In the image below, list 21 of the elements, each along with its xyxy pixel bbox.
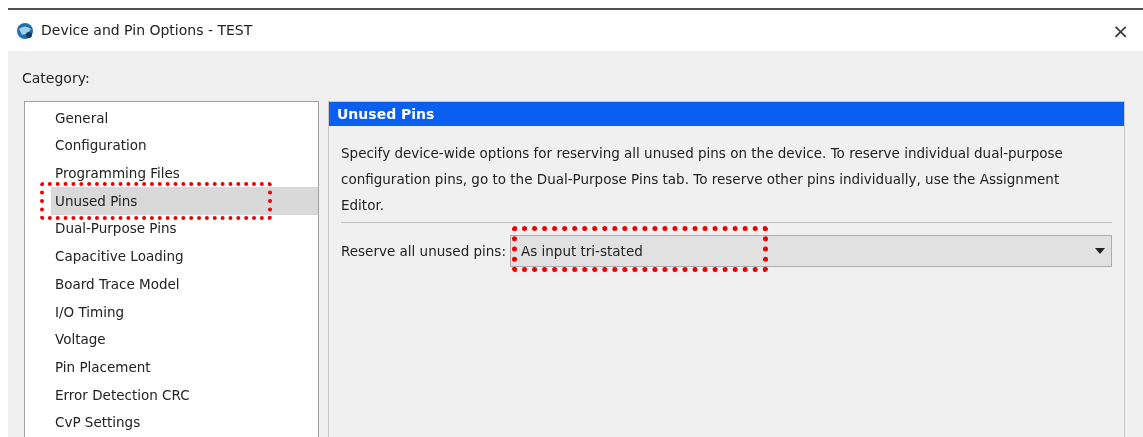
category-item[interactable]: Voltage [51,325,318,354]
category-item[interactable]: General [51,104,318,132]
app-icon [16,21,34,40]
category-item[interactable]: Unused Pins [51,187,318,215]
category-label: Category: [21,69,91,88]
category-item[interactable]: Capacitive Loading [51,242,318,271]
category-item[interactable]: I/O Timing [51,297,318,326]
field-label: Reserve all unused pins: [341,241,506,261]
category-item[interactable]: Configuration [51,131,318,160]
dropdown-field[interactable]: As input tri-stated [509,235,1112,267]
panel-header: Unused Pins [329,102,1124,126]
window-title: Device and Pin Options - TEST [41,21,253,40]
description-text: Specify device-wide options for reserving all unused pins on the device. To reserve individual dual-purpose configuration pins, go to the Dual-Purpose Pins tab. To reserve other pins individually, use the Assignment Editor. [341,144,1064,215]
category-item[interactable]: Board Trace Model [51,270,318,298]
category-item[interactable]: Pin Placement [51,353,318,381]
category-item[interactable]: Dual-Purpose Pins [51,214,318,243]
category-item[interactable]: CvP Settings [51,408,318,437]
caret-icon [1095,248,1105,254]
category-item[interactable]: Error Detection CRC [51,380,318,409]
close-button[interactable]: × [1108,20,1133,41]
category-item[interactable]: Programming Files [51,159,318,188]
